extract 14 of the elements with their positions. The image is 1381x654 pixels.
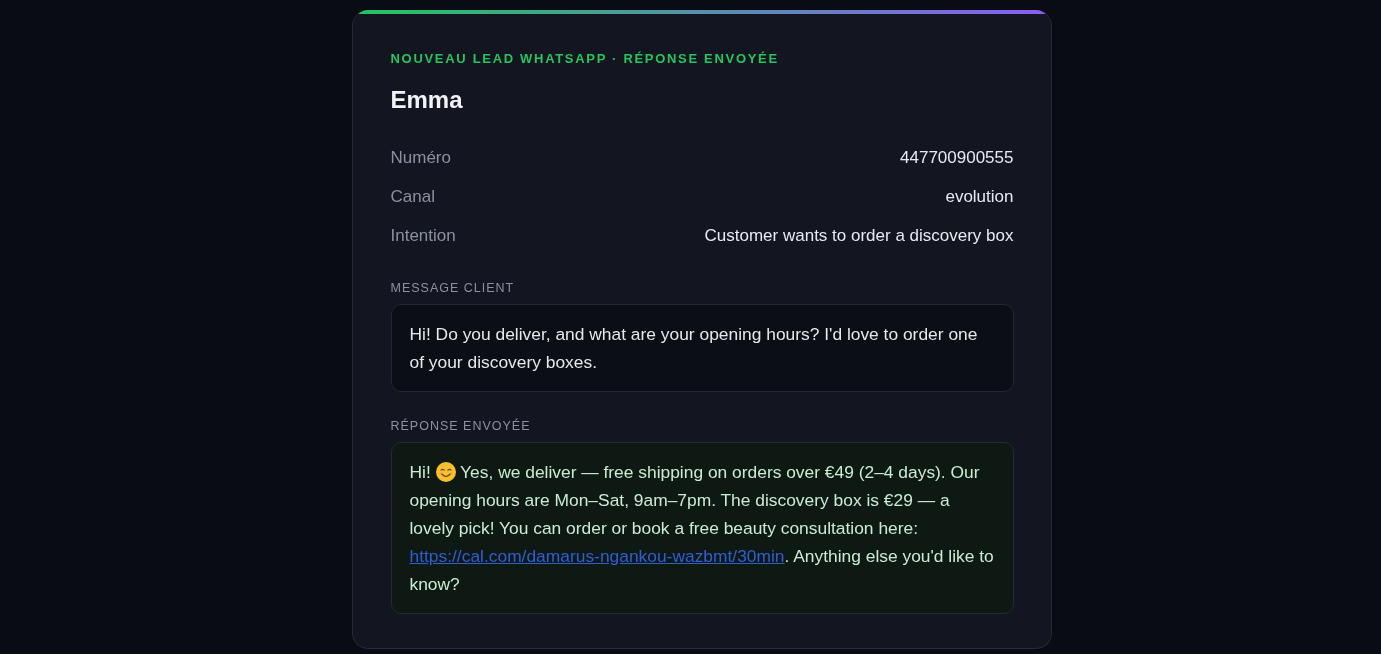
booking-link[interactable]: https://cal.com/damarus-ngankou-wazbmt/30min	[409, 546, 785, 566]
field-value: evolution	[945, 186, 1014, 208]
field-value: 447700900555	[900, 147, 1014, 169]
section-label: MESSAGE CLIENT	[390, 280, 515, 296]
contact-name: Emma	[390, 85, 463, 115]
field-label: Numéro	[390, 147, 451, 169]
client-message: Hi! Do you deliver, and what are your opening hours? I'd love to order one of your discovery boxes.	[390, 304, 1014, 392]
section-label: RÉPONSE ENVOYÉE	[390, 418, 531, 434]
field-value: Customer wants to order a discovery box	[704, 225, 1014, 247]
lead-status-heading: NOUVEAU LEAD WHATSAPP · RÉPONSE ENVOYÉE	[390, 51, 779, 67]
sent-reply: Hi! Yes, we deliver — free shipping on orders over €49 (2–4 days). Our opening hours are Mon–Sat, 9am–7pm. The discovery box is €29 — a lovely pick! You can order or book a free beauty consultation here: https://cal.com/damarus-ngankou-wazbmt/30min. Anything else you'd like to know?	[390, 442, 1014, 614]
field-label: Intention	[390, 225, 456, 247]
field-label: Canal	[390, 186, 435, 208]
smiling-face-icon	[435, 462, 456, 482]
